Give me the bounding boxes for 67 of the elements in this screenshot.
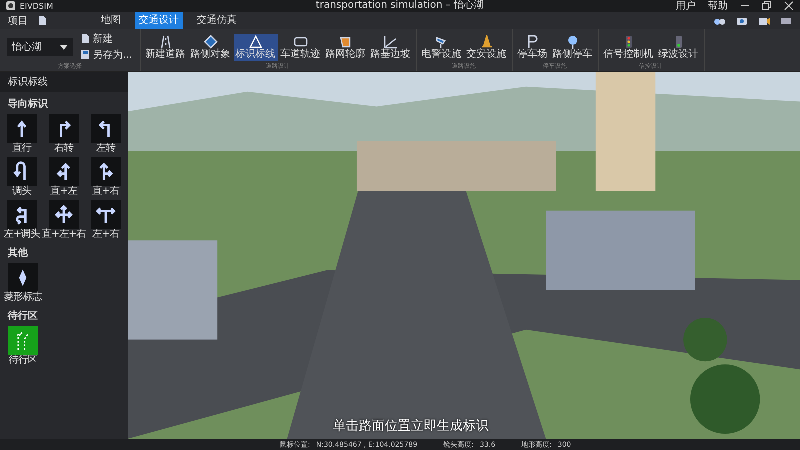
ribbon-tool-button[interactable]: 路侧对象 xyxy=(188,34,233,60)
slope-icon xyxy=(384,34,398,48)
ribbon-tool-button[interactable]: 路网轮廓 xyxy=(324,34,368,60)
new-button[interactable]: 新建 xyxy=(81,32,133,46)
save-icon xyxy=(81,50,90,60)
marking-label: 直+左 xyxy=(50,186,78,198)
marking-tile[interactable] xyxy=(90,200,121,229)
video-camera-icon[interactable] xyxy=(758,16,770,26)
camera-icon xyxy=(434,34,449,48)
marking-label: 直+左+右 xyxy=(42,229,86,241)
ribbon-tool-button[interactable]: 信号控制机 xyxy=(602,34,656,60)
close-icon[interactable] xyxy=(784,1,794,11)
marking-tile[interactable] xyxy=(7,200,38,229)
diamond-icon xyxy=(204,34,218,48)
app-name: EIVDSIM xyxy=(20,2,54,10)
marking-label: 待行区 xyxy=(8,355,38,367)
menu-tab[interactable]: 交通设计 xyxy=(135,12,183,29)
marking-label: 左转 xyxy=(96,143,116,155)
marking-tile[interactable] xyxy=(48,200,79,229)
menu-tab[interactable]: 地图 xyxy=(97,12,125,29)
ribbon-tool-button[interactable]: 绿波设计 xyxy=(656,34,701,60)
hint-text: 单击路面位置立即生成标识 xyxy=(333,418,489,435)
marking-label: 左+右 xyxy=(92,229,120,241)
ribbon-tool-button[interactable]: 车道轨迹 xyxy=(278,34,323,60)
section-heading: 其他 xyxy=(7,246,29,261)
marking-tile[interactable] xyxy=(7,114,38,143)
panel-title: 标识标线 xyxy=(0,72,128,92)
marking-tile[interactable] xyxy=(90,114,121,143)
help-menu[interactable]: 帮助 xyxy=(708,0,728,13)
four-way-arrow-icon xyxy=(52,204,75,226)
section-heading: 待行区 xyxy=(6,310,39,324)
menu-tab[interactable]: 交通仿真 xyxy=(193,12,241,29)
marking-label: 直行 xyxy=(12,143,32,155)
marking-label: 菱形标志 xyxy=(4,292,42,304)
caret-icon xyxy=(60,44,68,50)
pin-icon xyxy=(566,34,580,48)
marking-tile[interactable] xyxy=(8,263,38,292)
document-icon xyxy=(81,34,90,44)
parking-icon xyxy=(526,34,540,48)
cone-icon xyxy=(480,34,494,48)
save-as-button[interactable]: 另存为... xyxy=(81,48,133,62)
ribbon-tool-button[interactable]: 交安设施 xyxy=(464,34,509,60)
camera-icon[interactable] xyxy=(736,16,748,26)
ribbon-tool-button[interactable]: 路侧停车 xyxy=(550,34,595,60)
ribbon-tool-button[interactable]: 标识标线 xyxy=(234,34,278,60)
scheme-dropdown[interactable]: 怡心湖 xyxy=(7,38,73,56)
marking-tile[interactable] xyxy=(7,157,38,186)
ribbon-tool-button[interactable]: 路基边坡 xyxy=(368,34,413,60)
ribbon-tool-button[interactable]: 电警设施 xyxy=(420,34,464,60)
marking-label: 右转 xyxy=(54,143,74,155)
marking-label: 左+调头 xyxy=(4,229,40,241)
triangle-icon xyxy=(248,34,263,48)
marking-label: 调头 xyxy=(12,186,32,198)
marking-tile[interactable] xyxy=(90,157,121,186)
marking-tile[interactable] xyxy=(8,326,38,355)
road-icon xyxy=(158,34,173,48)
outline-icon xyxy=(338,34,353,48)
marking-tile[interactable] xyxy=(48,157,79,186)
project-menu[interactable]: 项目 xyxy=(8,14,28,28)
user-menu[interactable]: 用户 xyxy=(676,0,696,13)
ribbon-tool-button[interactable]: 停车场 xyxy=(516,34,550,60)
restore-icon[interactable] xyxy=(762,1,772,11)
section-heading: 导向标识 xyxy=(7,98,50,112)
marking-tile[interactable] xyxy=(48,114,79,143)
document-icon[interactable] xyxy=(38,16,47,26)
marking-label: 直+右 xyxy=(92,186,120,198)
ribbon-tool-button[interactable]: 新建道路 xyxy=(144,34,188,60)
